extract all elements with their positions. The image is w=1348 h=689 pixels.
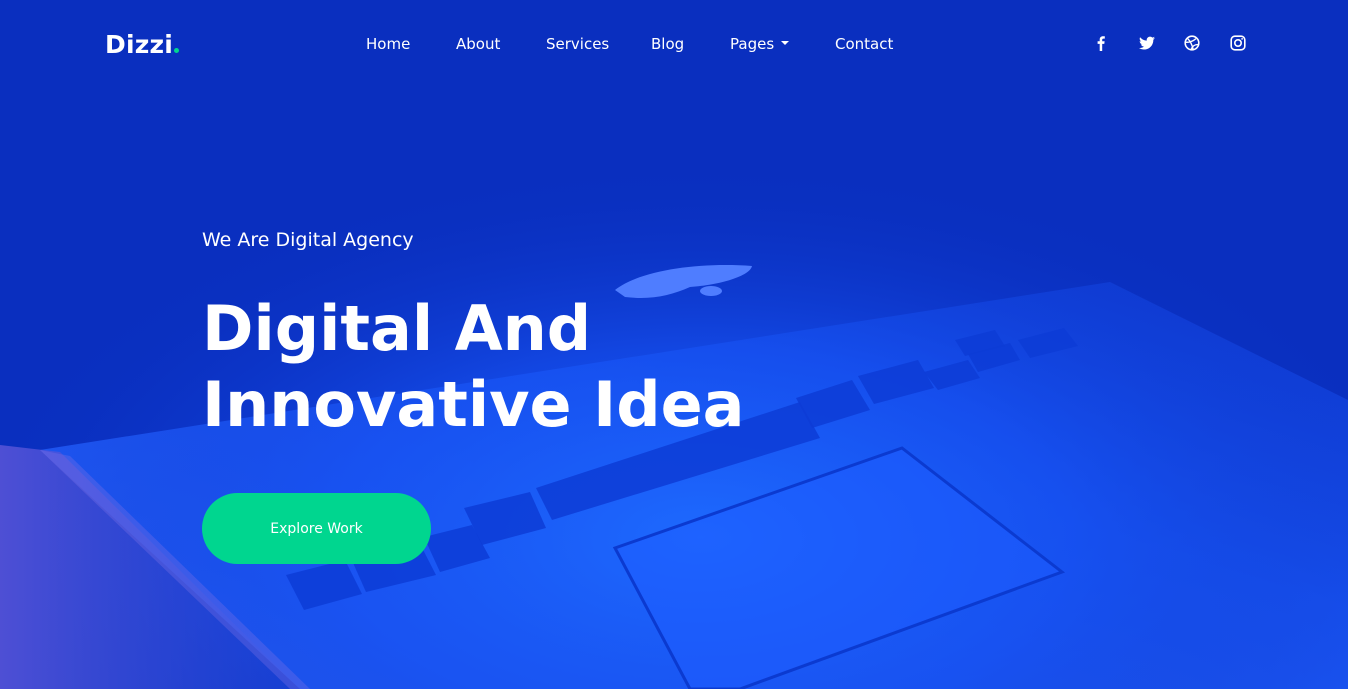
nav-item-home[interactable]: Home (366, 33, 410, 55)
nav-label: Contact (835, 35, 894, 53)
hero-headline-line-1: Digital And (202, 292, 592, 365)
dribbble-icon[interactable] (1183, 34, 1201, 52)
hero-eyebrow: We Are Digital Agency (202, 229, 414, 251)
nav-item-blog[interactable]: Blog (651, 33, 684, 55)
nav-label: About (456, 35, 501, 53)
nav-item-contact[interactable]: Contact (835, 33, 893, 55)
nav-item-services[interactable]: Services (546, 33, 609, 55)
nav-label: Services (546, 35, 610, 53)
hero-headline-line-2: Innovative Idea (202, 368, 745, 441)
chevron-down-icon (781, 40, 790, 45)
nav-label: Pages (730, 35, 775, 53)
nav-label: Blog (651, 35, 685, 53)
explore-work-button[interactable]: Explore Work (202, 493, 431, 564)
nav-item-about[interactable]: About (456, 33, 500, 55)
site-header: Dizzi Home About Services Blog Pages Con… (0, 0, 1348, 88)
hero-headline: Digital And Innovative Idea (202, 291, 744, 443)
facebook-icon[interactable] (1092, 34, 1110, 52)
instagram-icon[interactable] (1229, 34, 1247, 52)
nav-item-pages[interactable]: Pages (730, 33, 790, 55)
twitter-icon[interactable] (1138, 34, 1156, 52)
hero-section: Dizzi Home About Services Blog Pages Con… (0, 0, 1348, 689)
nav-label: Home (366, 35, 411, 53)
